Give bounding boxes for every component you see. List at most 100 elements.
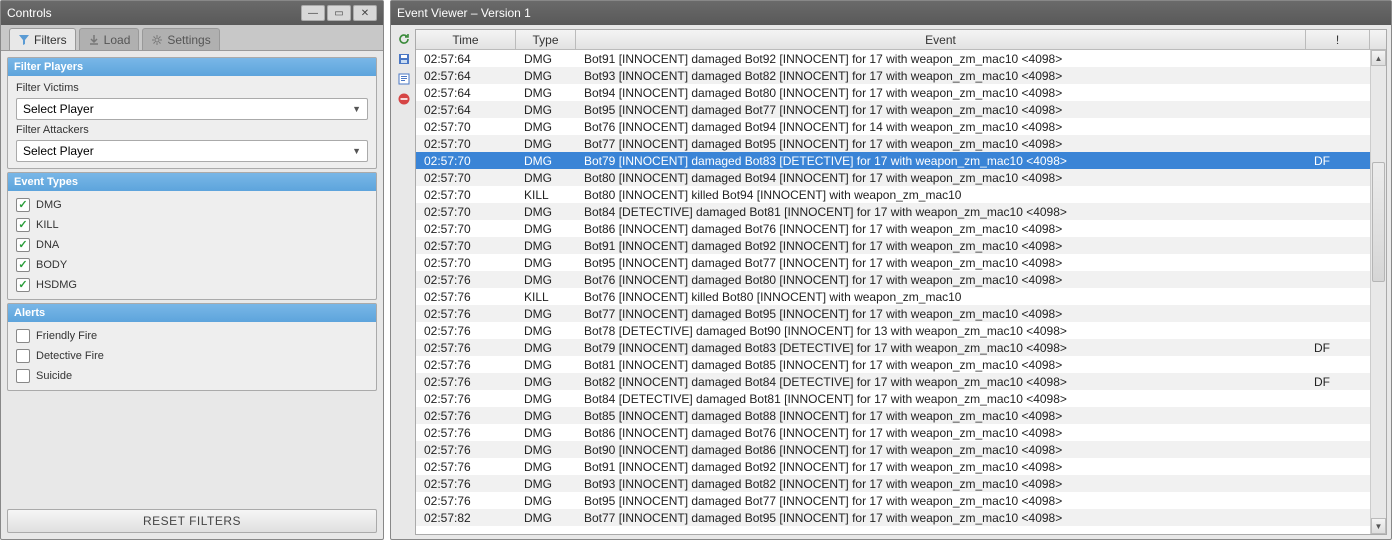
cell-type: DMG [516,273,576,287]
column-flag[interactable]: ! [1306,30,1370,49]
cell-time: 02:57:82 [416,511,516,525]
grid-header: Time Type Event ! [416,30,1386,50]
event-grid: Time Type Event ! 02:57:64DMGBot91 [INNO… [415,29,1387,535]
filter-icon [18,34,30,46]
cell-event: Bot82 [INNOCENT] damaged Bot84 [DETECTIV… [576,375,1306,389]
save-button[interactable] [396,51,412,67]
cell-type: DMG [516,137,576,151]
maximize-button[interactable]: ▭ [327,5,351,21]
window-buttons: — ▭ ✕ [301,5,377,21]
table-row[interactable]: 02:57:76DMGBot86 [INNOCENT] damaged Bot7… [416,424,1370,441]
table-row[interactable]: 02:57:64DMGBot91 [INNOCENT] damaged Bot9… [416,50,1370,67]
cell-flag: DF [1306,341,1370,355]
table-row[interactable]: 02:57:76DMGBot93 [INNOCENT] damaged Bot8… [416,475,1370,492]
cell-event: Bot76 [INNOCENT] killed Bot80 [INNOCENT]… [576,290,1306,304]
scroll-thumb[interactable] [1372,162,1385,282]
open-button[interactable] [396,71,412,87]
cell-event: Bot80 [INNOCENT] damaged Bot94 [INNOCENT… [576,171,1306,185]
cell-event: Bot79 [INNOCENT] damaged Bot83 [DETECTIV… [576,154,1306,168]
tab-settings[interactable]: Settings [142,28,219,50]
cell-time: 02:57:76 [416,324,516,338]
event-type-row: DNA [16,237,368,253]
reset-filters-button[interactable]: RESET FILTERS [7,509,377,533]
table-row[interactable]: 02:57:76DMGBot81 [INNOCENT] damaged Bot8… [416,356,1370,373]
alert-checkbox[interactable] [16,349,30,363]
cell-type: DMG [516,341,576,355]
table-row[interactable]: 02:57:76DMGBot84 [DETECTIVE] damaged Bot… [416,390,1370,407]
table-row[interactable]: 02:57:76DMGBot77 [INNOCENT] damaged Bot9… [416,305,1370,322]
table-row[interactable]: 02:57:64DMGBot95 [INNOCENT] damaged Bot7… [416,101,1370,118]
minimize-button[interactable]: — [301,5,325,21]
table-row[interactable]: 02:57:70DMGBot76 [INNOCENT] damaged Bot9… [416,118,1370,135]
vertical-scrollbar[interactable]: ▲ ▼ [1370,50,1386,534]
cell-event: Bot77 [INNOCENT] damaged Bot95 [INNOCENT… [576,307,1306,321]
tab-load[interactable]: Load [79,28,140,50]
cell-time: 02:57:64 [416,86,516,100]
refresh-button[interactable] [396,31,412,47]
table-row[interactable]: 02:57:76DMGBot85 [INNOCENT] damaged Bot8… [416,407,1370,424]
table-row[interactable]: 02:57:82DMGBot77 [INNOCENT] damaged Bot9… [416,509,1370,526]
table-row[interactable]: 02:57:70DMGBot91 [INNOCENT] damaged Bot9… [416,237,1370,254]
table-row[interactable]: 02:57:76DMGBot79 [INNOCENT] damaged Bot8… [416,339,1370,356]
filter-victims-combo[interactable]: Select Player ▼ [16,98,368,120]
cell-type: DMG [516,256,576,270]
event-type-checkbox[interactable] [16,258,30,272]
chevron-down-icon: ▼ [352,146,361,156]
alert-checkbox[interactable] [16,369,30,383]
cell-type: DMG [516,307,576,321]
cell-event: Bot76 [INNOCENT] damaged Bot80 [INNOCENT… [576,273,1306,287]
cell-event: Bot80 [INNOCENT] killed Bot94 [INNOCENT]… [576,188,1306,202]
column-event[interactable]: Event [576,30,1306,49]
scroll-down-button[interactable]: ▼ [1371,518,1386,534]
viewer-titlebar: Event Viewer – Version 1 [391,1,1391,25]
cell-time: 02:57:70 [416,239,516,253]
cell-event: Bot86 [INNOCENT] damaged Bot76 [INNOCENT… [576,426,1306,440]
scroll-up-button[interactable]: ▲ [1371,50,1386,66]
cell-type: DMG [516,222,576,236]
tab-settings-label: Settings [167,33,210,47]
event-type-row: HSDMG [16,277,368,293]
cell-flag: DF [1306,154,1370,168]
table-row[interactable]: 02:57:64DMGBot93 [INNOCENT] damaged Bot8… [416,67,1370,84]
table-row[interactable]: 02:57:76DMGBot90 [INNOCENT] damaged Bot8… [416,441,1370,458]
table-row[interactable]: 02:57:70DMGBot84 [DETECTIVE] damaged Bot… [416,203,1370,220]
cell-event: Bot77 [INNOCENT] damaged Bot95 [INNOCENT… [576,511,1306,525]
cell-time: 02:57:64 [416,52,516,66]
cell-type: DMG [516,426,576,440]
filter-attackers-value: Select Player [23,144,94,158]
delete-button[interactable] [396,91,412,107]
table-row[interactable]: 02:57:64DMGBot94 [INNOCENT] damaged Bot8… [416,84,1370,101]
cell-type: KILL [516,290,576,304]
table-row[interactable]: 02:57:76DMGBot78 [DETECTIVE] damaged Bot… [416,322,1370,339]
filter-attackers-combo[interactable]: Select Player ▼ [16,140,368,162]
column-time[interactable]: Time [416,30,516,49]
table-row[interactable]: 02:57:70DMGBot86 [INNOCENT] damaged Bot7… [416,220,1370,237]
table-row[interactable]: 02:57:70DMGBot95 [INNOCENT] damaged Bot7… [416,254,1370,271]
table-row[interactable]: 02:57:76DMGBot82 [INNOCENT] damaged Bot8… [416,373,1370,390]
table-row[interactable]: 02:57:70DMGBot79 [INNOCENT] damaged Bot8… [416,152,1370,169]
event-type-checkbox[interactable] [16,278,30,292]
reset-filters-label: RESET FILTERS [143,514,241,528]
cell-type: DMG [516,52,576,66]
event-type-checkbox[interactable] [16,198,30,212]
table-row[interactable]: 02:57:76DMGBot76 [INNOCENT] damaged Bot8… [416,271,1370,288]
grid-rows[interactable]: 02:57:64DMGBot91 [INNOCENT] damaged Bot9… [416,50,1370,534]
table-row[interactable]: 02:57:70DMGBot77 [INNOCENT] damaged Bot9… [416,135,1370,152]
event-type-checkbox[interactable] [16,218,30,232]
event-type-checkbox[interactable] [16,238,30,252]
cell-time: 02:57:76 [416,375,516,389]
column-type[interactable]: Type [516,30,576,49]
table-row[interactable]: 02:57:70DMGBot80 [INNOCENT] damaged Bot9… [416,169,1370,186]
table-row[interactable]: 02:57:70KILLBot80 [INNOCENT] killed Bot9… [416,186,1370,203]
alert-checkbox[interactable] [16,329,30,343]
controls-tabbar: Filters Load Settings [1,25,383,51]
cell-type: DMG [516,205,576,219]
tab-filters[interactable]: Filters [9,28,76,50]
scroll-track[interactable] [1371,66,1386,518]
controls-title: Controls [7,6,301,20]
table-row[interactable]: 02:57:76DMGBot91 [INNOCENT] damaged Bot9… [416,458,1370,475]
table-row[interactable]: 02:57:76DMGBot95 [INNOCENT] damaged Bot7… [416,492,1370,509]
close-button[interactable]: ✕ [353,5,377,21]
table-row[interactable]: 02:57:76KILLBot76 [INNOCENT] killed Bot8… [416,288,1370,305]
cell-time: 02:57:70 [416,256,516,270]
